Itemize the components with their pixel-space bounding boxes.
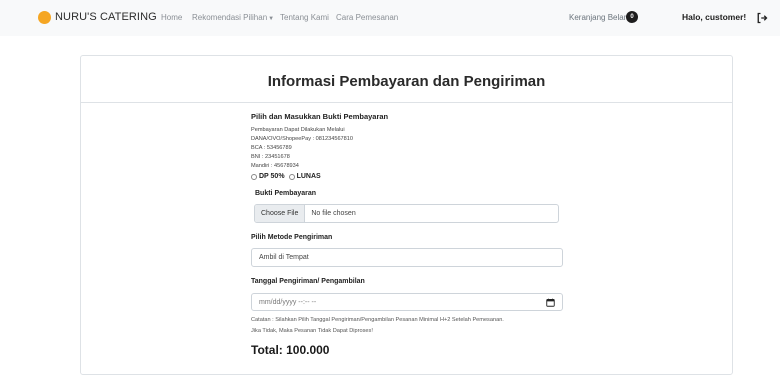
user-greeting: Halo, customer! [682,12,747,22]
logout-icon[interactable] [756,12,768,24]
nav-link-cara-pemesanan[interactable]: Cara Pemesanan [336,13,398,22]
date-note: Catatan : Silahkan Pilih Tanggal Pengiri… [251,315,571,337]
payment-option-group: DP 50% LUNAS [251,172,571,182]
order-total: Total: 100.000 [251,343,330,357]
card-header: Informasi Pembayaran dan Pengiriman [81,56,732,103]
payment-info-line: Pembayaran Dapat Dilakukan Melalui [251,127,345,133]
date-label: Tanggal Pengiriman/ Pengambilan [251,278,365,285]
navbar: NURU'S CATERING Home Rekomendasi Pilihan… [0,0,780,36]
shipping-label: Pilih Metode Pengiriman [251,234,333,241]
radio-lunas-label: LUNAS [296,173,321,180]
cart-link[interactable]: Keranjang Belanja [569,13,634,22]
nav-link-rekomendasi[interactable]: Rekomendasi Pilihan▼ [192,13,274,22]
payment-info-line: Mandiri : 45678934 [251,163,299,169]
radio-circle-icon[interactable] [288,174,295,180]
cart-count-badge[interactable]: 0 [626,11,638,23]
radio-lunas[interactable]: LUNAS [288,172,321,182]
payment-shipping-card: Informasi Pembayaran dan Pengiriman Pili… [80,55,733,375]
page-title: Informasi Pembayaran dan Pengiriman [267,73,546,90]
caret-down-icon: ▼ [268,16,275,22]
nav-link-tentang[interactable]: Tentang Kami [280,13,329,22]
card-body: Pilih dan Masukkan Bukti Pembayaran Pemb… [251,112,571,357]
nav-link-home[interactable]: Home [161,13,182,22]
payment-info-line: BCA : 53456789 [251,145,292,151]
date-input[interactable]: mm/dd/yyyy --:-- -- [251,293,563,311]
note-line: Jika Tidak, Maka Pesanan Tidak Dapat Dip… [251,328,373,334]
brand-logo-icon[interactable] [38,11,51,24]
brand-name[interactable]: NURU'S CATERING [55,11,157,23]
payment-info-line: DANA/OVO/ShopeePay : 081234567810 [251,136,354,142]
radio-dp-50-label: DP 50% [259,173,285,180]
nav-link-rekomendasi-label: Rekomendasi Pilihan [192,13,268,22]
calendar-icon[interactable] [546,298,555,307]
date-placeholder: mm/dd/yyyy --:-- -- [259,298,317,306]
file-status: No file chosen [311,210,356,217]
payment-info-line: BNI : 23451678 [251,154,290,160]
proof-label: Bukti Pembayaran [255,190,317,197]
radio-circle-icon[interactable] [251,174,257,180]
note-line: Catatan : Silahkan Pilih Tanggal Pengiri… [251,317,504,323]
shipping-method-select[interactable]: Ambil di Tempat [251,248,563,267]
proof-file-input[interactable]: Choose File No file chosen [254,204,559,223]
choose-file-button[interactable]: Choose File [255,205,306,222]
radio-dp-50[interactable]: DP 50% [251,172,285,182]
payment-heading: Pilih dan Masukkan Bukti Pembayaran [251,112,389,121]
